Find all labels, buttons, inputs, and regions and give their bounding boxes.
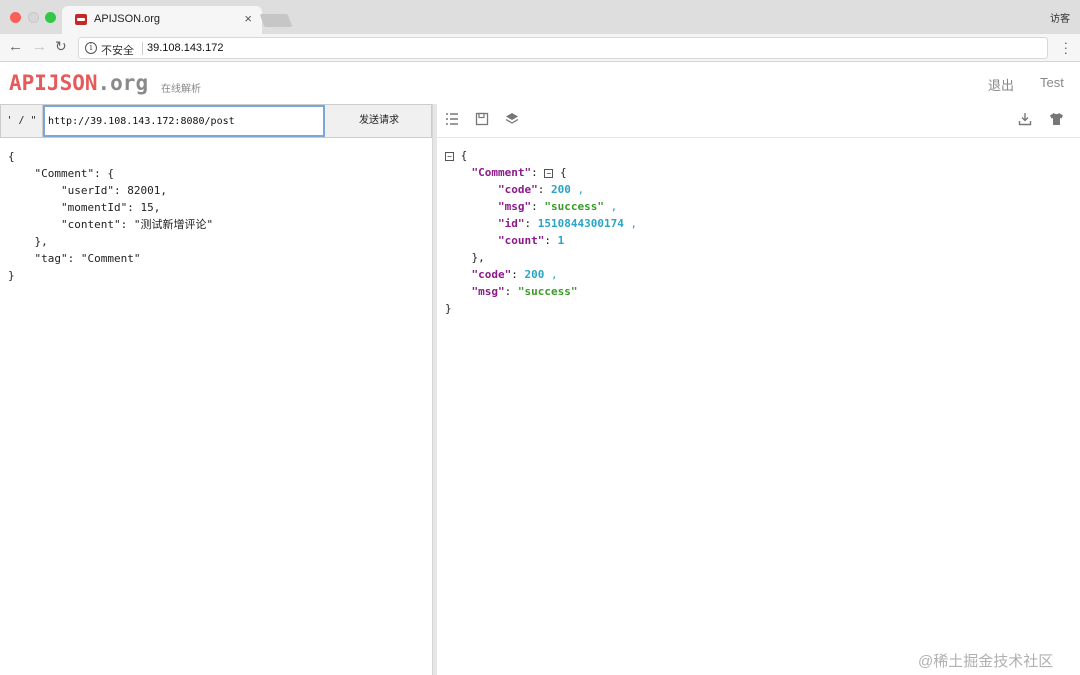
json-number: 1 <box>557 234 565 247</box>
profile-visitor-label[interactable]: 访客 <box>1050 10 1070 25</box>
save-icon[interactable] <box>474 112 490 128</box>
theme-shirt-icon[interactable] <box>1048 112 1064 128</box>
logo: APIJSON.org <box>9 71 148 95</box>
omnibox[interactable]: i 不安全 39.108.143.172 <box>78 37 1048 59</box>
maximize-window-button[interactable] <box>45 12 56 23</box>
layers-icon[interactable] <box>504 112 520 128</box>
request-bar: ' / " 发送请求 <box>0 104 432 138</box>
favicon-icon <box>75 14 87 25</box>
minimize-window-button[interactable] <box>28 12 39 23</box>
test-link[interactable]: Test <box>1040 75 1064 90</box>
watermark: @稀土掘金技术社区 <box>918 653 1054 670</box>
json-string: "success" <box>544 200 604 213</box>
logo-main: APIJSON <box>9 71 98 95</box>
request-url-input[interactable] <box>43 105 325 137</box>
forward-arrow-icon[interactable]: → <box>32 38 47 55</box>
collapse-comment-icon[interactable]: − <box>544 169 554 178</box>
browser-titlebar: APIJSON.org × 访客 <box>0 0 1080 34</box>
browser-tab[interactable]: APIJSON.org × <box>62 6 262 34</box>
logo-org: .org <box>97 71 149 95</box>
back-arrow-icon[interactable]: ← <box>8 38 23 55</box>
subtitle: 在线解析 <box>161 84 201 95</box>
tab-close-icon[interactable]: × <box>244 11 252 26</box>
json-number: 1510844300174 <box>537 217 624 230</box>
json-key: "count" <box>497 234 545 247</box>
json-number: 200 <box>524 268 545 281</box>
download-icon[interactable] <box>1017 112 1033 128</box>
json-key: "Comment" <box>471 166 532 179</box>
collapse-root-icon[interactable]: − <box>445 152 454 161</box>
app-header: APIJSON.org 在线解析 退出 Test <box>0 62 1080 104</box>
response-panel: − { "Comment": − { "code": 200 , "msg": … <box>437 104 1080 675</box>
address-bar: ← → ↻ i 不安全 39.108.143.172 · · · <box>0 34 1080 62</box>
sort-lines-icon[interactable] <box>444 112 460 128</box>
quote-toggle-button[interactable]: ' / " <box>1 105 43 137</box>
more-menu-icon[interactable]: · · · <box>1064 36 1068 59</box>
request-panel: ' / " 发送请求 { "Comment": { "userId": 8200… <box>0 104 432 675</box>
reload-icon[interactable]: ↻ <box>55 38 67 55</box>
separator <box>142 42 143 55</box>
new-tab-button[interactable] <box>259 14 293 27</box>
logout-link[interactable]: 退出 <box>988 75 1014 94</box>
send-request-button[interactable]: 发送请求 <box>327 105 431 137</box>
json-key: "code" <box>471 268 512 281</box>
response-toolbar <box>437 104 1080 138</box>
url-text[interactable]: 39.108.143.172 <box>147 42 223 54</box>
json-number: 200 <box>550 183 571 196</box>
json-string: "success" <box>517 285 578 298</box>
tab-title: APIJSON.org <box>94 13 161 25</box>
insecure-label: 不安全 <box>101 45 134 57</box>
json-key: "msg" <box>471 285 505 298</box>
json-key: "msg" <box>497 200 532 213</box>
request-body-editor[interactable]: { "Comment": { "userId": 82001, "momentI… <box>8 148 213 284</box>
info-icon[interactable]: i <box>85 42 97 54</box>
close-window-button[interactable] <box>10 12 21 23</box>
json-key: "code" <box>497 183 538 196</box>
json-key: "id" <box>497 217 525 230</box>
response-json-viewer: − { "Comment": − { "code": 200 , "msg": … <box>445 149 638 315</box>
